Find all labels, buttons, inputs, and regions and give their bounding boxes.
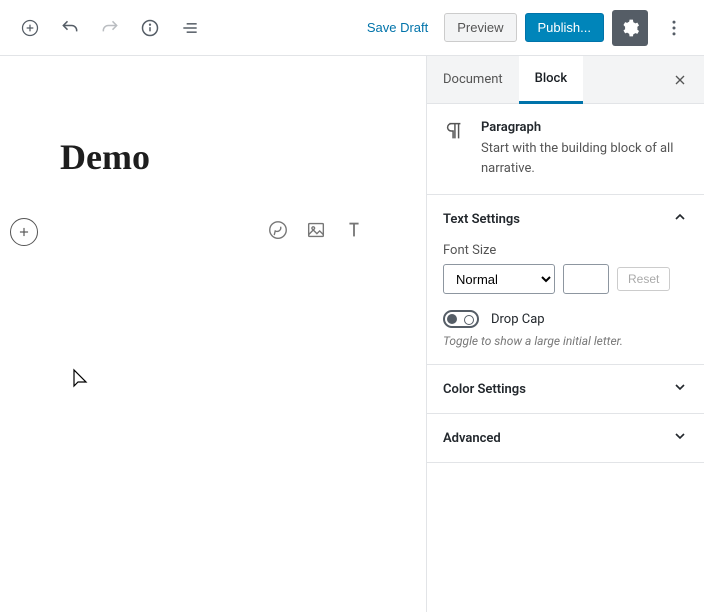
color-settings-title: Color Settings — [443, 382, 526, 397]
drop-cap-hint: Toggle to show a large initial letter. — [443, 334, 688, 348]
redo-button[interactable] — [92, 10, 128, 46]
block-description: Start with the building block of all nar… — [481, 139, 688, 178]
advanced-title: Advanced — [443, 431, 501, 446]
font-size-input[interactable] — [563, 264, 609, 294]
add-block-inline-button[interactable] — [10, 218, 38, 246]
save-draft-button[interactable]: Save Draft — [359, 14, 436, 41]
color-settings-panel: Color Settings — [427, 365, 704, 414]
quote-inserter-icon[interactable] — [266, 218, 290, 242]
block-quick-inserters — [266, 218, 366, 242]
more-menu-button[interactable] — [656, 10, 692, 46]
block-info-panel: Paragraph Start with the building block … — [427, 104, 704, 195]
undo-button[interactable] — [52, 10, 88, 46]
settings-sidebar: Document Block Paragraph Start with the … — [426, 56, 704, 612]
font-size-select[interactable]: Normal — [443, 264, 555, 294]
drop-cap-toggle[interactable] — [443, 310, 479, 328]
empty-paragraph-block[interactable] — [60, 218, 366, 242]
paragraph-icon — [443, 120, 467, 178]
advanced-panel: Advanced — [427, 414, 704, 463]
publish-button[interactable]: Publish... — [525, 13, 604, 42]
settings-button[interactable] — [612, 10, 648, 46]
add-block-button[interactable] — [12, 10, 48, 46]
advanced-header[interactable]: Advanced — [427, 414, 704, 462]
preview-button[interactable]: Preview — [444, 13, 516, 42]
outline-button[interactable] — [172, 10, 208, 46]
heading-inserter-icon[interactable] — [342, 218, 366, 242]
drop-cap-label: Drop Cap — [491, 312, 545, 327]
close-sidebar-button[interactable] — [664, 64, 696, 96]
font-size-label: Font Size — [443, 243, 688, 258]
tab-block[interactable]: Block — [519, 56, 583, 104]
post-title[interactable]: Demo — [60, 136, 366, 178]
toolbar-left — [12, 10, 208, 46]
editor-canvas[interactable]: Demo — [0, 56, 426, 612]
image-inserter-icon[interactable] — [304, 218, 328, 242]
chevron-down-icon — [672, 379, 688, 399]
color-settings-header[interactable]: Color Settings — [427, 365, 704, 413]
mouse-cursor — [72, 368, 90, 396]
top-toolbar: Save Draft Preview Publish... — [0, 0, 704, 56]
sidebar-tabs: Document Block — [427, 56, 704, 104]
text-settings-title: Text Settings — [443, 212, 520, 227]
text-settings-panel: Text Settings Font Size Normal Reset Dro… — [427, 195, 704, 365]
info-button[interactable] — [132, 10, 168, 46]
tab-document[interactable]: Document — [427, 56, 519, 104]
main-area: Demo Document Block — [0, 56, 704, 612]
reset-button[interactable]: Reset — [617, 267, 670, 291]
text-settings-header[interactable]: Text Settings — [427, 195, 704, 243]
chevron-down-icon — [672, 428, 688, 448]
chevron-up-icon — [672, 209, 688, 229]
block-title: Paragraph — [481, 120, 688, 135]
toolbar-right: Save Draft Preview Publish... — [359, 10, 692, 46]
